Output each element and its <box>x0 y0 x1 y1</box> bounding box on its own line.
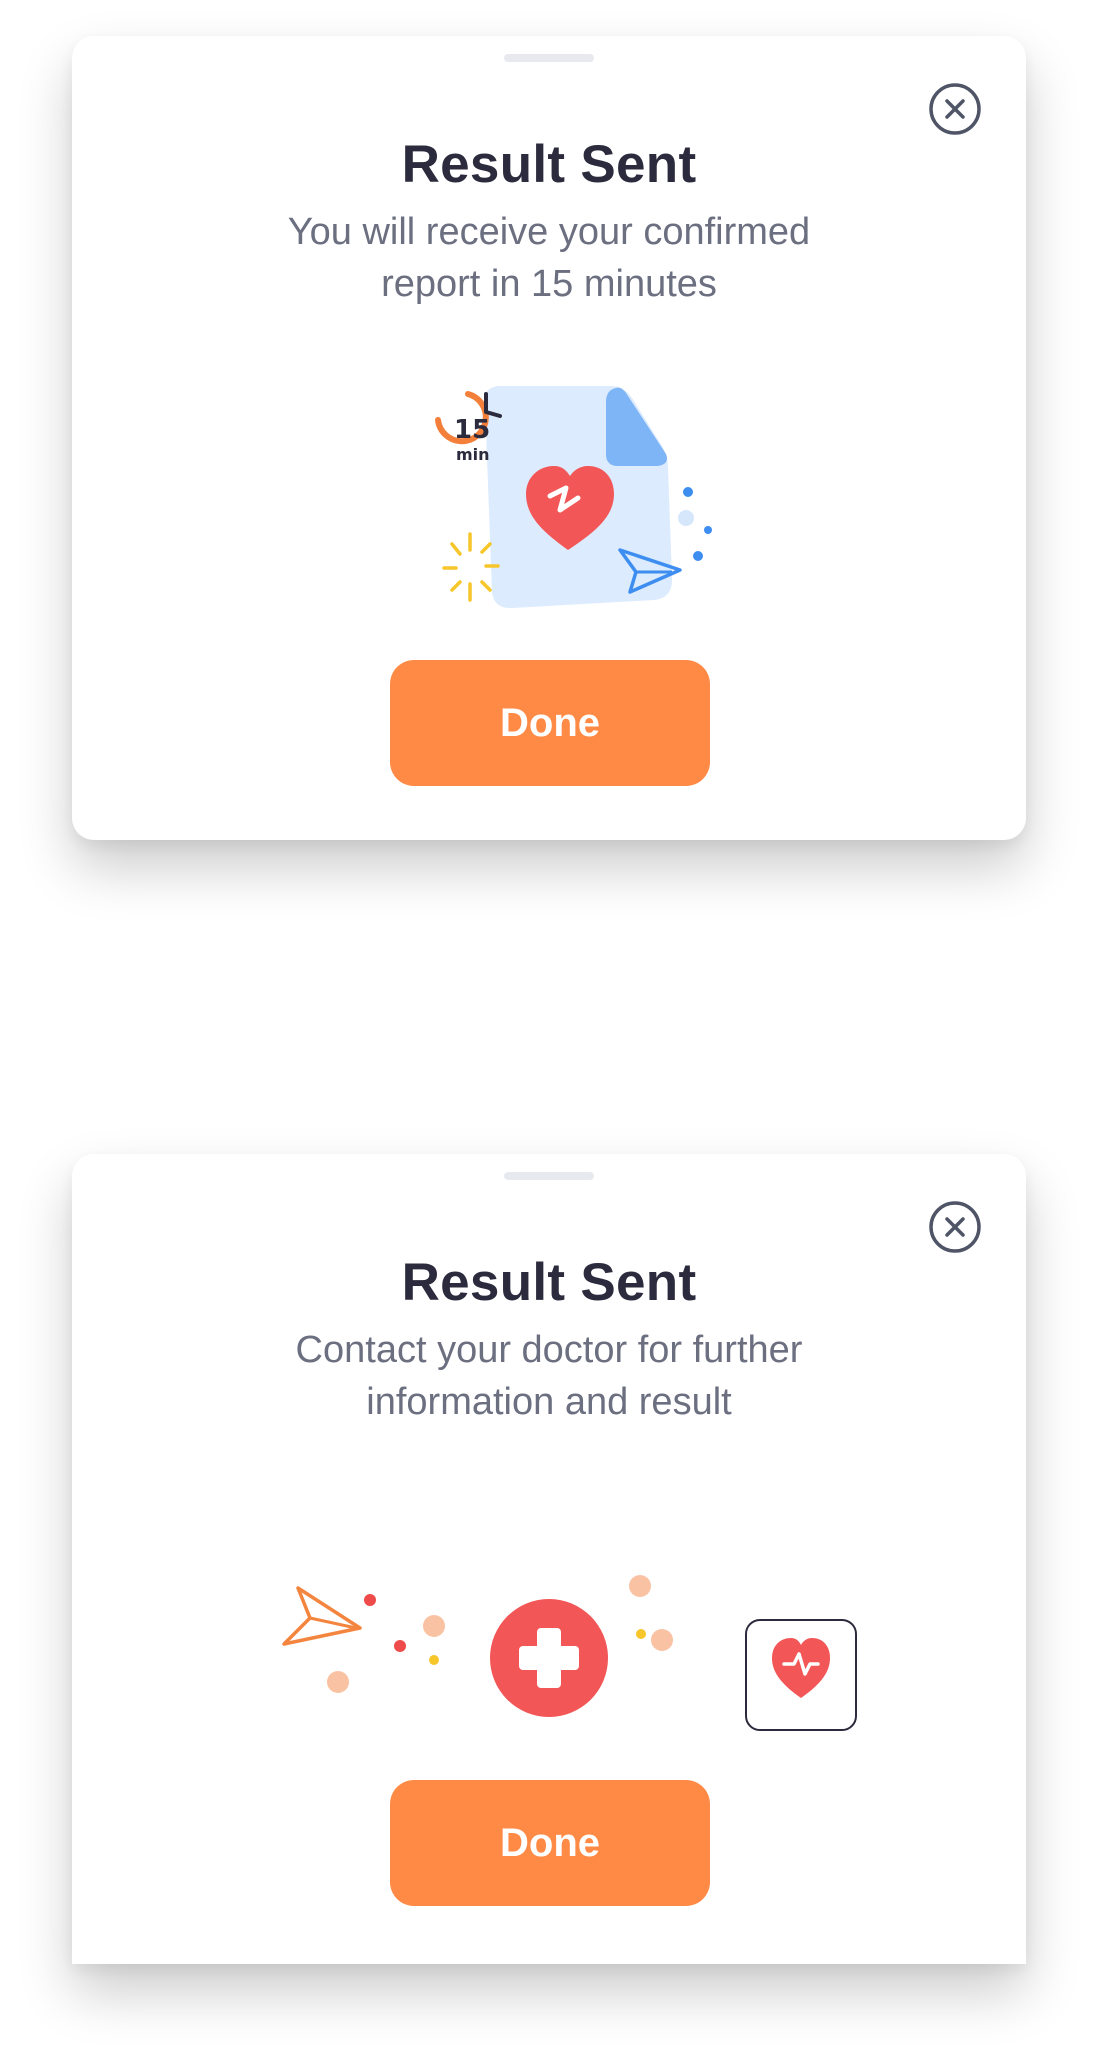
timer-number: 15 <box>454 415 490 445</box>
drag-handle[interactable] <box>504 54 594 62</box>
close-icon <box>929 1201 981 1253</box>
timer-unit: min <box>456 445 490 464</box>
sheet-message: Contact your doctor for further informat… <box>295 1329 803 1423</box>
done-button[interactable]: Done <box>390 1780 710 1906</box>
contact-doctor-illustration <box>282 1575 857 1731</box>
sheet-title: Result Sent <box>401 135 697 194</box>
report-sent-illustration: 15 min <box>435 386 712 609</box>
medical-cross-icon <box>490 1599 608 1717</box>
result-sent-sheet-2: Result Sent Contact your doctor for furt… <box>72 1154 1026 1964</box>
result-sent-sheet-1: Result Sent You will receive your confir… <box>72 36 1026 840</box>
done-button[interactable]: Done <box>390 660 710 786</box>
send-icon <box>282 1586 362 1646</box>
close-icon <box>929 83 981 135</box>
sheet-title: Result Sent <box>401 1253 697 1312</box>
close-button[interactable] <box>928 82 982 136</box>
drag-handle[interactable] <box>504 1172 594 1180</box>
sparkle-icon <box>442 532 500 602</box>
close-button[interactable] <box>928 1200 982 1254</box>
heart-pulse-icon <box>745 1619 857 1731</box>
sheet-message: You will receive your confirmed report i… <box>287 211 811 305</box>
